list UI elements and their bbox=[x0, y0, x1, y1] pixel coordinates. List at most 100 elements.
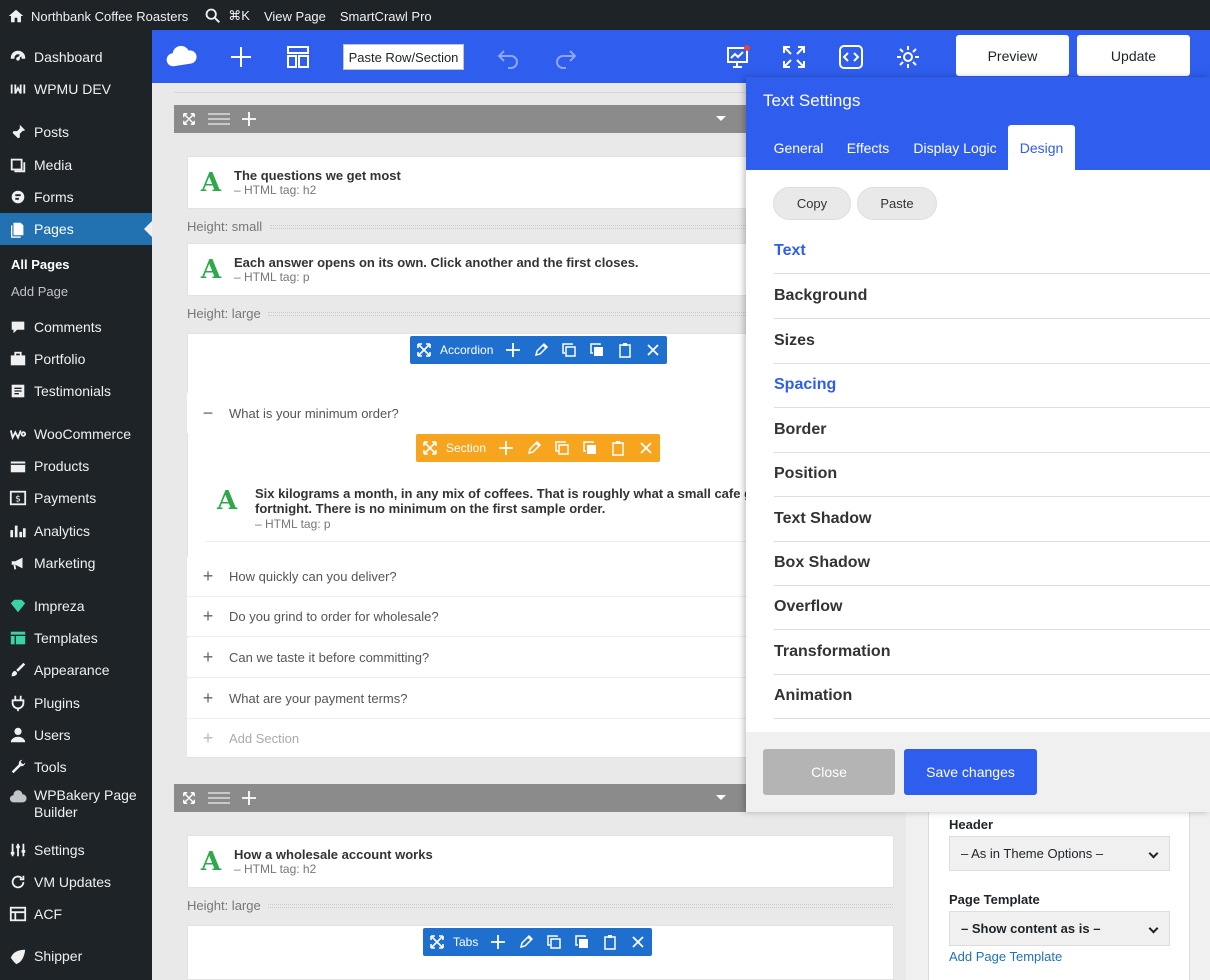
undo-icon[interactable] bbox=[494, 43, 522, 71]
sidebar-item-settings[interactable]: Settings bbox=[0, 834, 152, 866]
close-button[interactable]: Close bbox=[763, 749, 895, 795]
row-toggle-icon[interactable] bbox=[716, 116, 726, 126]
view-page-link[interactable]: View Page bbox=[257, 0, 333, 32]
redo-icon[interactable] bbox=[552, 43, 580, 71]
row-add-icon[interactable] bbox=[234, 105, 264, 133]
tab-design[interactable]: Design bbox=[1008, 125, 1075, 170]
copy-button[interactable]: Copy bbox=[773, 187, 851, 220]
sidebar-item-comments[interactable]: Comments bbox=[0, 311, 152, 343]
sidebar-item-vm-updates[interactable]: VM Updates bbox=[0, 866, 152, 898]
sidebar-item-shipper[interactable]: Shipper bbox=[0, 940, 152, 972]
section-transformation[interactable]: Transformation bbox=[774, 630, 1210, 675]
templates-icon[interactable] bbox=[284, 43, 312, 71]
section-background[interactable]: Background bbox=[774, 274, 1210, 319]
sidebar-item-plugins[interactable]: Plugins bbox=[0, 687, 152, 719]
accordion-item[interactable]: + Can we taste it before committing? bbox=[187, 638, 747, 678]
plus-icon[interactable]: + bbox=[187, 647, 229, 668]
sidebar-item-posts[interactable]: Posts bbox=[0, 116, 152, 148]
wpbakery-logo-icon[interactable] bbox=[164, 43, 200, 71]
plus-icon[interactable]: + bbox=[187, 688, 229, 709]
page-template-select[interactable]: – Show content as is – bbox=[949, 911, 1170, 946]
sidebar-item-wpbakery-page-builder[interactable]: WPBakery Page Builder bbox=[0, 783, 152, 823]
accordion-item[interactable]: + What are your payment terms? bbox=[187, 679, 747, 719]
copy-icon[interactable] bbox=[576, 434, 604, 462]
submenu-add-page[interactable]: Add Page bbox=[11, 284, 68, 299]
admin-bar-search[interactable]: ⌘K bbox=[197, 0, 257, 32]
heading-element[interactable]: A How a wholesale account works – HTML t… bbox=[187, 835, 894, 888]
header-select[interactable]: – As in Theme Options – bbox=[949, 836, 1170, 871]
sidebar-item-marketing[interactable]: Marketing bbox=[0, 547, 152, 579]
sidebar-item-media[interactable]: Media bbox=[0, 149, 152, 181]
sidebar-item-portfolio[interactable]: Portfolio bbox=[0, 343, 152, 375]
tab-effects[interactable]: Effects bbox=[839, 125, 897, 170]
fullscreen-icon[interactable] bbox=[780, 43, 808, 71]
sidebar-item-analytics[interactable]: Analytics bbox=[0, 515, 152, 547]
tab-general[interactable]: General bbox=[763, 125, 834, 170]
edit-icon[interactable] bbox=[512, 928, 540, 956]
section-text-shadow[interactable]: Text Shadow bbox=[774, 497, 1210, 542]
sidebar-item-acf[interactable]: ACF bbox=[0, 898, 152, 930]
sidebar-item-pages[interactable]: Pages bbox=[0, 213, 152, 245]
row-controls[interactable] bbox=[174, 105, 746, 133]
minus-icon[interactable]: − bbox=[187, 403, 229, 424]
update-button[interactable]: Update bbox=[1077, 35, 1190, 76]
row-controls[interactable] bbox=[174, 784, 746, 812]
paste-icon[interactable] bbox=[596, 928, 624, 956]
row-add-icon[interactable] bbox=[234, 784, 264, 812]
sidebar-item-woocommerce[interactable]: WooCommerce bbox=[0, 418, 152, 450]
delete-icon[interactable] bbox=[624, 928, 652, 956]
paste-row-section-button[interactable]: Paste Row/Section bbox=[343, 44, 464, 70]
move-icon[interactable] bbox=[416, 434, 444, 462]
section-text[interactable]: Text bbox=[774, 229, 1210, 274]
add-element-icon[interactable] bbox=[227, 43, 255, 71]
sidebar-item-wpmu-dev[interactable]: WPMU DEV bbox=[0, 73, 152, 105]
section-overflow[interactable]: Overflow bbox=[774, 585, 1210, 630]
row-layout-icon[interactable] bbox=[204, 784, 234, 812]
text-element[interactable]: A Each answer opens on its own. Click an… bbox=[187, 243, 747, 296]
sidebar-item-testimonials[interactable]: Testimonials bbox=[0, 375, 152, 407]
section-spacing[interactable]: Spacing bbox=[774, 363, 1210, 408]
delete-icon[interactable] bbox=[632, 434, 660, 462]
copy-icon[interactable] bbox=[568, 928, 596, 956]
sidebar-item-appearance[interactable]: Appearance bbox=[0, 654, 152, 686]
plus-icon[interactable]: + bbox=[187, 566, 229, 587]
paste-icon[interactable] bbox=[604, 434, 632, 462]
seo-chart-icon[interactable] bbox=[723, 42, 753, 72]
panel-header[interactable]: Text Settings General Effects Display Lo… bbox=[746, 77, 1210, 170]
submenu-all-pages[interactable]: All Pages bbox=[11, 257, 70, 272]
paste-button[interactable]: Paste bbox=[857, 187, 937, 220]
row-toggle-icon[interactable] bbox=[716, 795, 726, 805]
section-position[interactable]: Position bbox=[774, 452, 1210, 497]
clone-icon[interactable] bbox=[540, 928, 568, 956]
add-icon[interactable] bbox=[499, 336, 527, 364]
sidebar-item-payments[interactable]: $ Payments bbox=[0, 482, 152, 514]
sidebar-item-users[interactable]: Users bbox=[0, 719, 152, 751]
clone-icon[interactable] bbox=[555, 336, 583, 364]
settings-gear-icon[interactable] bbox=[894, 43, 922, 71]
section-box-shadow[interactable]: Box Shadow bbox=[774, 541, 1210, 586]
sidebar-item-dashboard[interactable]: Dashboard bbox=[0, 41, 152, 73]
sidebar-item-tools[interactable]: Tools bbox=[0, 751, 152, 783]
edit-icon[interactable] bbox=[520, 434, 548, 462]
sidebar-item-impreza[interactable]: Impreza bbox=[0, 590, 152, 622]
delete-icon[interactable] bbox=[639, 336, 667, 364]
heading-element[interactable]: A The questions we get most – HTML tag: … bbox=[187, 156, 747, 209]
plus-icon[interactable]: + bbox=[187, 606, 229, 627]
smartcrawl-menu[interactable]: SmartCrawl Pro bbox=[333, 0, 439, 32]
row-layout-icon[interactable] bbox=[204, 105, 234, 133]
row-move-icon[interactable] bbox=[174, 105, 204, 133]
tab-display-logic[interactable]: Display Logic bbox=[910, 125, 1000, 170]
clone-icon[interactable] bbox=[548, 434, 576, 462]
copy-icon[interactable] bbox=[583, 336, 611, 364]
move-icon[interactable] bbox=[423, 928, 451, 956]
section-sizes[interactable]: Sizes bbox=[774, 319, 1210, 364]
accordion-text-element[interactable]: A Six kilograms a month, in any mix of c… bbox=[205, 476, 747, 542]
add-icon[interactable] bbox=[492, 434, 520, 462]
accordion-item[interactable]: + Do you grind to order for wholesale? bbox=[187, 597, 747, 637]
accordion-item[interactable]: + How quickly can you deliver? bbox=[187, 557, 747, 597]
add-icon[interactable] bbox=[484, 928, 512, 956]
add-section-button[interactable]: + Add Section bbox=[187, 719, 747, 757]
sidebar-item-products[interactable]: Products bbox=[0, 450, 152, 482]
add-page-template-link[interactable]: Add Page Template bbox=[949, 949, 1062, 964]
section-border[interactable]: Border bbox=[774, 408, 1210, 453]
